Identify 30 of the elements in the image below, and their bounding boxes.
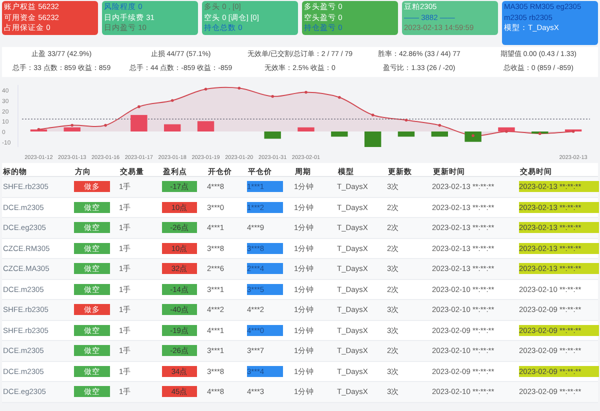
bar — [564, 129, 582, 132]
bar — [130, 114, 148, 132]
bar — [364, 132, 382, 147]
data-point — [404, 118, 408, 122]
data-point — [572, 130, 575, 133]
data-point — [104, 124, 107, 127]
bar — [532, 132, 548, 134]
bar — [64, 127, 80, 132]
data-point — [170, 99, 174, 102]
data-point — [505, 130, 508, 133]
bar — [464, 132, 482, 142]
data-point — [338, 96, 341, 99]
data-point — [271, 94, 274, 98]
bar — [498, 127, 515, 132]
bar — [197, 121, 214, 132]
bar — [331, 132, 348, 137]
data-point — [304, 90, 308, 94]
data-point — [538, 132, 542, 135]
bar — [298, 127, 314, 132]
data-point — [70, 124, 74, 127]
bar — [398, 132, 415, 137]
data-point — [371, 114, 374, 116]
bar — [264, 132, 281, 139]
data-point — [37, 128, 40, 131]
data-point — [472, 134, 474, 138]
bar — [431, 132, 448, 137]
data-point — [204, 88, 208, 91]
data-point — [238, 86, 241, 90]
data-point — [138, 105, 140, 108]
data-point — [438, 124, 442, 127]
